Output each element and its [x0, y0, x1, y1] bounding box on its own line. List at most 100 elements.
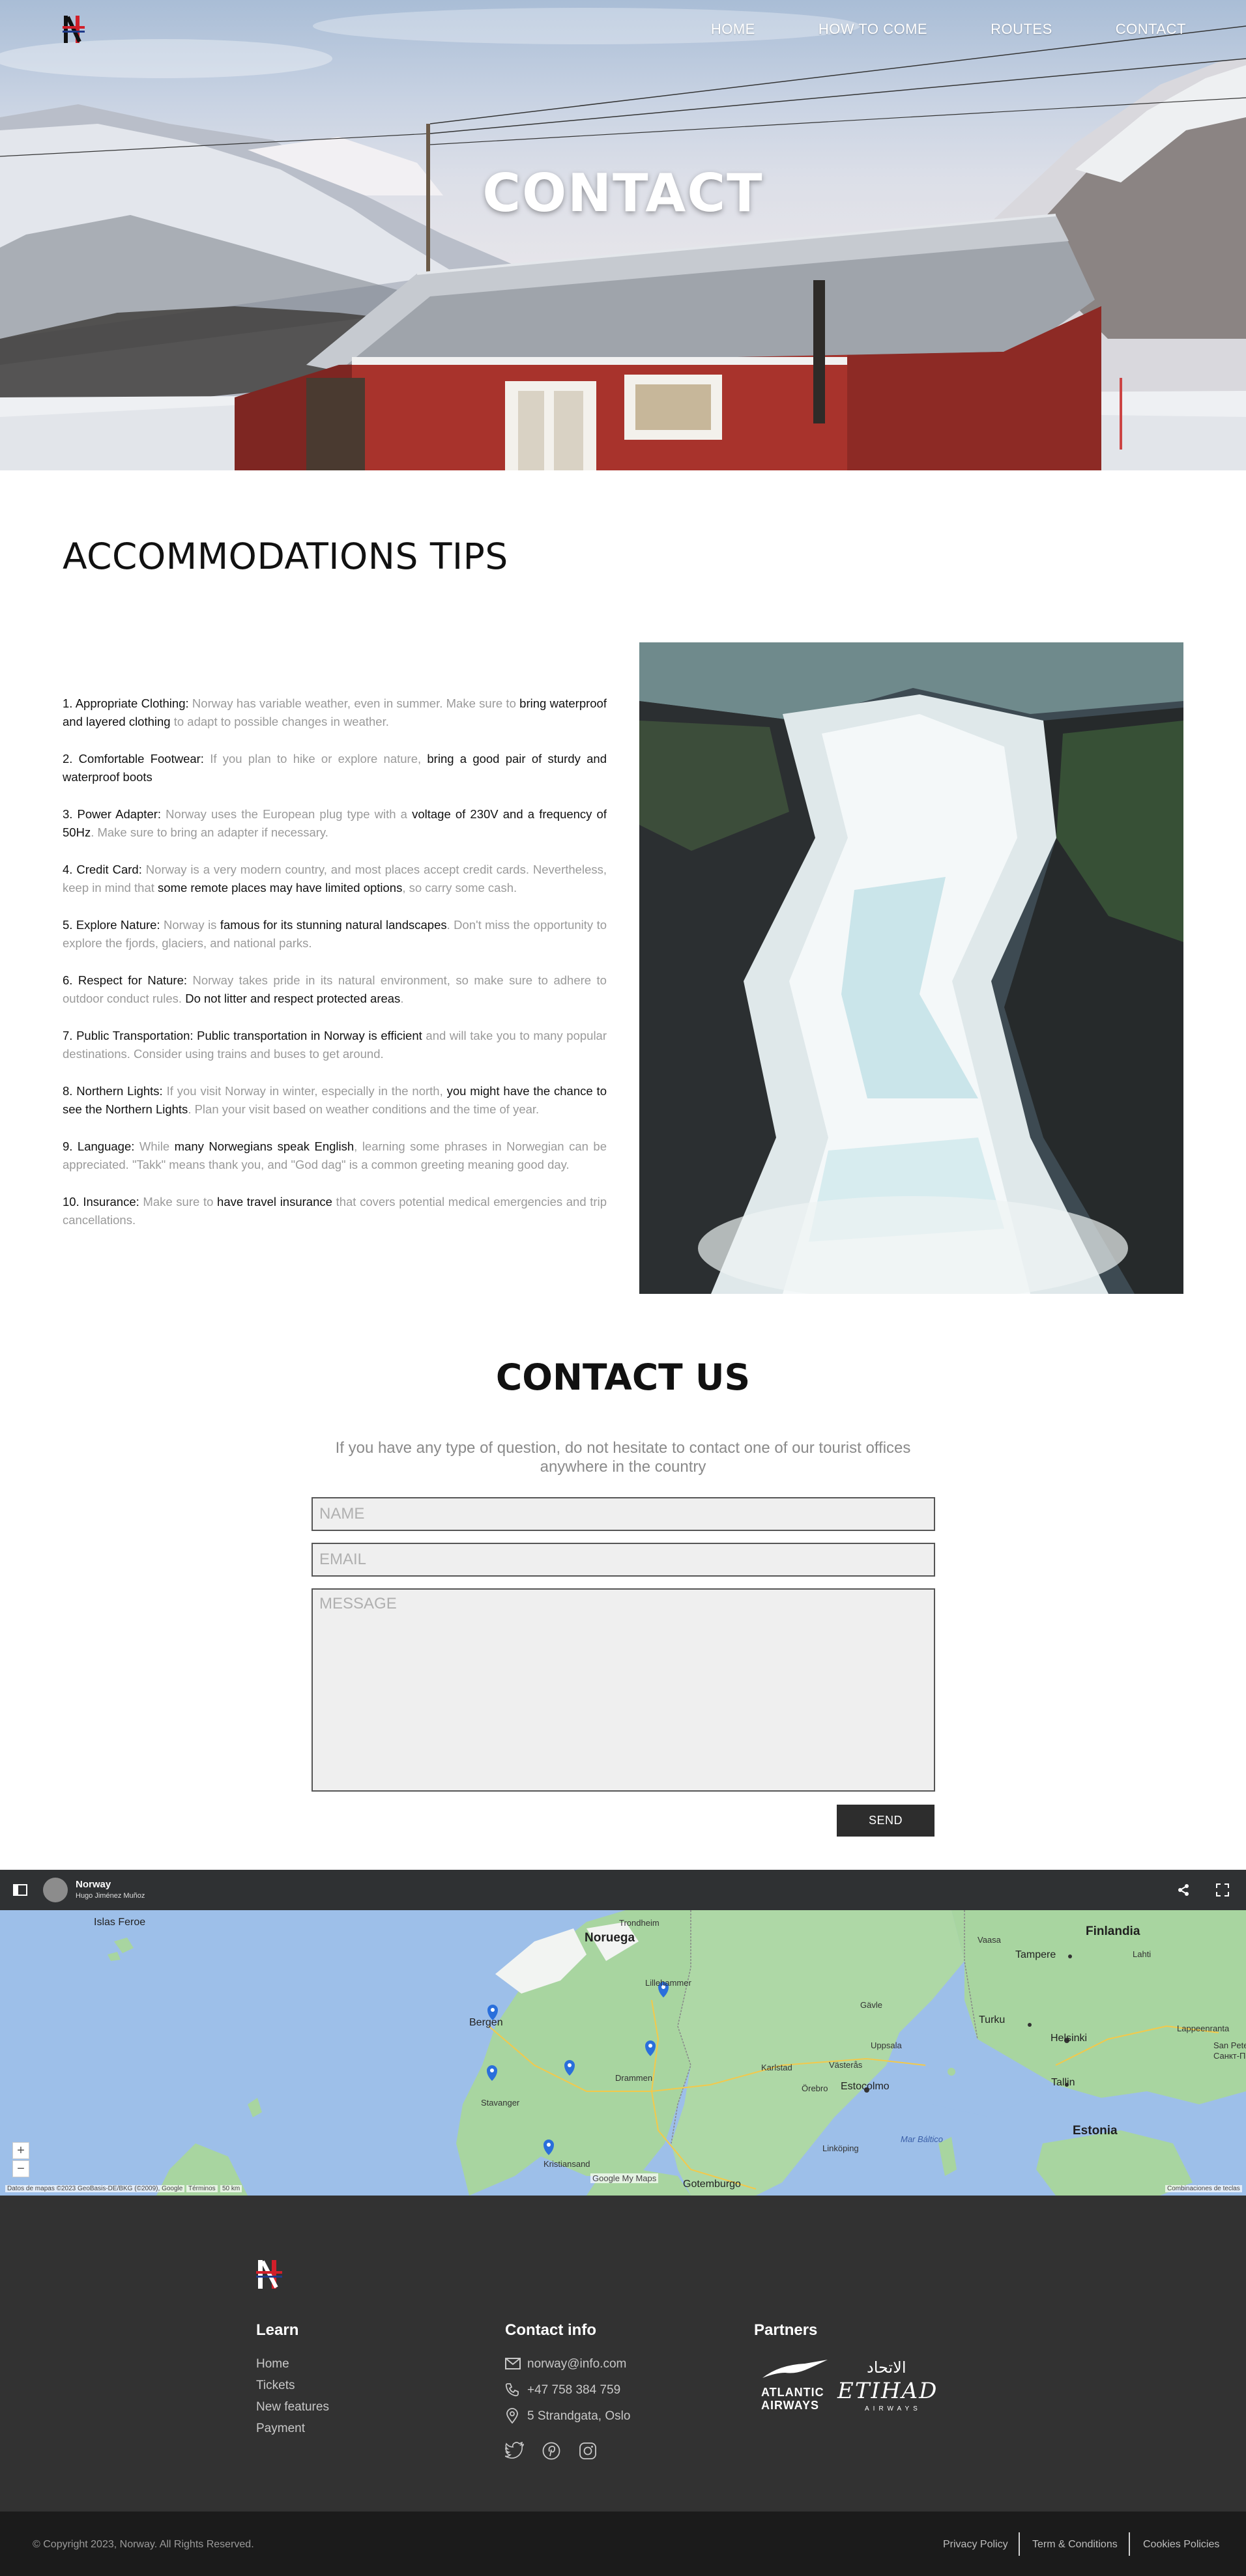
- atlantic-airways-logo[interactable]: ATLANTIC AIRWAYS: [756, 2358, 834, 2417]
- map-label: Örebro: [802, 2083, 828, 2093]
- send-button[interactable]: SEND: [837, 1805, 935, 1837]
- map-scale: 50 km: [220, 2185, 242, 2192]
- tip-text: Make sure to: [139, 1195, 218, 1209]
- instagram-icon[interactable]: [579, 2442, 597, 2460]
- footer-logo[interactable]: [256, 2257, 287, 2291]
- tip-highlight: famous for its stunning natural landscap…: [220, 918, 447, 932]
- legal-divider: [1129, 2532, 1130, 2556]
- map-author-avatar: [43, 1878, 68, 1902]
- pinterest-icon[interactable]: [542, 2442, 560, 2460]
- map-label: Västerås: [829, 2060, 863, 2070]
- map-label: Lillehammer: [645, 1978, 691, 1988]
- share-icon[interactable]: [1177, 1883, 1190, 1896]
- tip-text: .: [400, 992, 404, 1005]
- tips-heading: ACCOMMODATIONS TIPS: [63, 536, 508, 577]
- map-label: Estonia: [1073, 2124, 1118, 2138]
- footer-link-payment[interactable]: Payment: [256, 2422, 305, 2436]
- legal-divider: [1019, 2532, 1020, 2556]
- footer: Learn Home Tickets New features Payment …: [0, 2196, 1246, 2512]
- tip-highlight: some remote places may have limited opti…: [158, 881, 403, 894]
- nav-contact-link[interactable]: CONTACT: [1116, 21, 1186, 38]
- twitter-icon[interactable]: [505, 2442, 525, 2459]
- tip-text: , so carry some cash.: [402, 881, 517, 894]
- contact-subtitle: If you have any type of question, do not…: [335, 1439, 911, 1476]
- tip-item: 6. Respect for Nature: Norway takes prid…: [63, 971, 607, 1008]
- terms-link[interactable]: Term & Conditions: [1032, 2539, 1118, 2551]
- privacy-policy-link[interactable]: Privacy Policy: [943, 2539, 1008, 2551]
- nav-how-to-come-link[interactable]: HOW TO COME: [819, 21, 927, 38]
- map-terms-link[interactable]: Términos: [186, 2185, 218, 2192]
- site-logo[interactable]: [63, 13, 90, 46]
- nav-routes-link[interactable]: ROUTES: [991, 21, 1052, 38]
- map-label: Noruega: [585, 1931, 635, 1945]
- map-label: Turku: [979, 2014, 1006, 2025]
- phone-icon: [505, 2383, 519, 2397]
- map-label: Mar Báltico: [901, 2134, 944, 2144]
- cookies-policy-link[interactable]: Cookies Policies: [1143, 2539, 1219, 2551]
- map-label: Trondheim: [619, 1918, 659, 1928]
- tip-item: 2. Comfortable Footwear: If you plan to …: [63, 750, 607, 786]
- map-label: Lappeenranta: [1177, 2024, 1230, 2033]
- map-label: Gävle: [860, 2000, 882, 2010]
- copyright-text: © Copyright 2023, Norway. All Rights Res…: [33, 2539, 254, 2550]
- map-label: Estocolmo: [841, 2081, 890, 2092]
- tip-label: 1. Appropriate Clothing:: [63, 696, 189, 710]
- contact-email[interactable]: norway@info.com: [527, 2357, 626, 2371]
- waterfall-image: [639, 642, 1183, 1294]
- name-input[interactable]: [312, 1497, 935, 1531]
- tip-label: 7. Public Transportation:: [63, 1029, 194, 1042]
- tip-text: If you visit Norway in winter, especiall…: [162, 1084, 447, 1098]
- tip-label: 8. Northern Lights:: [63, 1084, 163, 1098]
- etihad-airways-logo[interactable]: الاتحاد ETIHAD AIRWAYS: [837, 2358, 955, 2417]
- contact-title: CONTACT US: [495, 1356, 751, 1398]
- map-label: Bergen: [469, 2017, 503, 2028]
- partner-2-name: ETIHAD: [837, 2378, 938, 2404]
- contact-phone[interactable]: +47 758 384 759: [527, 2383, 620, 2397]
- map-label: Uppsala: [871, 2040, 902, 2050]
- email-input[interactable]: [312, 1543, 935, 1577]
- map-label: Kristiansand: [543, 2159, 590, 2169]
- tips-list: 1. Appropriate Clothing: Norway has vari…: [63, 694, 607, 1248]
- footer-link-new-features[interactable]: New features: [256, 2400, 329, 2414]
- tip-item: 8. Northern Lights: If you visit Norway …: [63, 1082, 607, 1119]
- tip-highlight: Do not litter and respect protected area…: [185, 992, 401, 1005]
- atlantic-bird-icon: [762, 2360, 828, 2378]
- google-my-maps-logo: Google My Maps: [590, 2173, 659, 2183]
- map-label: Stavanger: [481, 2098, 520, 2108]
- tip-item: 1. Appropriate Clothing: Norway has vari…: [63, 694, 607, 731]
- map-label: Vaasa: [978, 1935, 1001, 1945]
- map-label: Karlstad: [761, 2063, 792, 2072]
- partner-1-line1: ATLANTIC: [761, 2386, 824, 2399]
- tip-text: . Make sure to bring an adapter if neces…: [91, 825, 328, 839]
- nav-home-link[interactable]: HOME: [711, 21, 755, 38]
- message-textarea[interactable]: [312, 1588, 935, 1792]
- map-sidebar-toggle-icon[interactable]: [13, 1884, 27, 1896]
- tip-text: to adapt to possible changes in weather.: [170, 715, 389, 728]
- map-label: Tampere: [1015, 1949, 1056, 1960]
- contact-info-title: Contact info: [505, 2321, 596, 2339]
- footer-link-home[interactable]: Home: [256, 2357, 289, 2371]
- map-shortcuts-link[interactable]: Combinaciones de teclas: [1165, 2185, 1242, 2192]
- map-label: Gotemburgo: [683, 2179, 741, 2190]
- main-nav: HOME HOW TO COME ROUTES CONTACT: [648, 21, 1186, 38]
- partners-title: Partners: [754, 2321, 818, 2339]
- map-zoom-in-button[interactable]: +: [12, 2142, 29, 2159]
- tip-text: Norway uses the European plug type with …: [161, 807, 413, 821]
- map-label: Санкт-Петер: [1213, 2051, 1246, 2061]
- hero-section: HOME HOW TO COME ROUTES CONTACT CONTACT: [0, 0, 1246, 470]
- tip-item: 4. Credit Card: Norway is a very modern …: [63, 861, 607, 897]
- tip-label: 6. Respect for Nature:: [63, 973, 187, 987]
- tip-item: 7. Public Transportation: Public transpo…: [63, 1027, 607, 1063]
- map-label: Islas Feroe: [94, 1917, 146, 1928]
- tip-text: . Plan your visit based on weather condi…: [188, 1102, 540, 1116]
- location-pin-icon: [506, 2408, 518, 2424]
- map-header-bar: Norway Hugo Jiménez Muñoz: [0, 1870, 1246, 1910]
- fullscreen-icon[interactable]: [1216, 1883, 1229, 1896]
- map-zoom-out-button[interactable]: −: [12, 2160, 29, 2177]
- hero-background-image: [0, 8, 1246, 470]
- map-label: Finlandia: [1086, 1925, 1140, 1938]
- map-label: Lahti: [1133, 1949, 1152, 1959]
- embedded-map[interactable]: Norway Hugo Jiménez Muñoz Islas Feroe No…: [0, 1870, 1246, 2196]
- tip-text: While: [134, 1139, 175, 1153]
- footer-link-tickets[interactable]: Tickets: [256, 2379, 295, 2393]
